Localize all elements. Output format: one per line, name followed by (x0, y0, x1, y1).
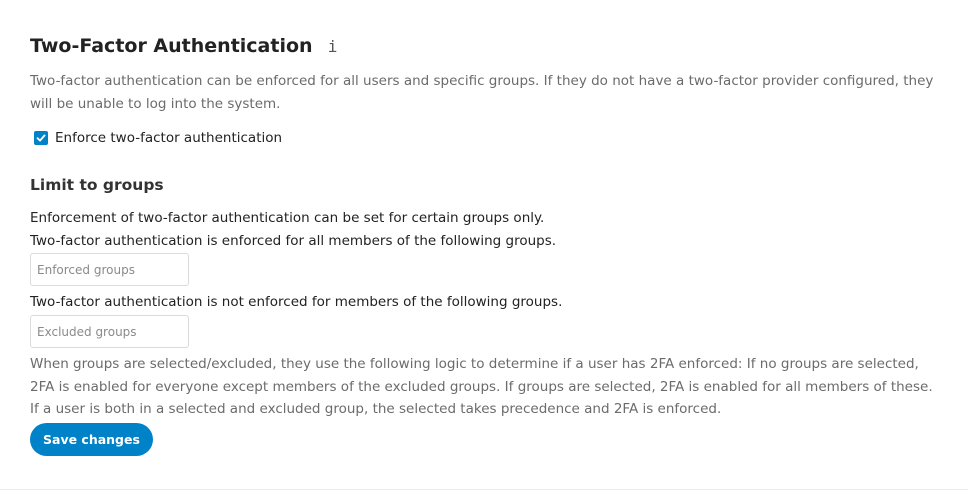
checkmark-icon (36, 134, 46, 142)
groups-intro-text: Enforcement of two-factor authentication… (30, 210, 545, 226)
info-icon[interactable]: i (327, 36, 339, 56)
groups-logic-explanation: When groups are selected/excluded, they … (30, 356, 933, 417)
enforce-2fa-label[interactable]: Enforce two-factor authentication (55, 129, 282, 147)
enforced-groups-input[interactable] (30, 253, 189, 286)
limit-to-groups-heading: Limit to groups (30, 176, 164, 194)
section-description: Two-factor authentication can be enforce… (30, 73, 934, 112)
enforce-2fa-checkbox[interactable] (34, 131, 48, 145)
section-title: Two-Factor Authentication (30, 35, 313, 57)
title-row: Two-Factor Authentication i (30, 33, 339, 59)
save-changes-button[interactable]: Save changes (30, 423, 153, 456)
two-factor-settings-section: Two-Factor Authentication i Two-factor a… (0, 0, 968, 490)
excluded-groups-label: Two-factor authentication is not enforce… (30, 294, 563, 310)
enforced-groups-label: Two-factor authentication is enforced fo… (30, 233, 557, 249)
enforce-2fa-checkbox-row[interactable]: Enforce two-factor authentication (34, 129, 282, 147)
excluded-groups-input[interactable] (30, 315, 189, 348)
